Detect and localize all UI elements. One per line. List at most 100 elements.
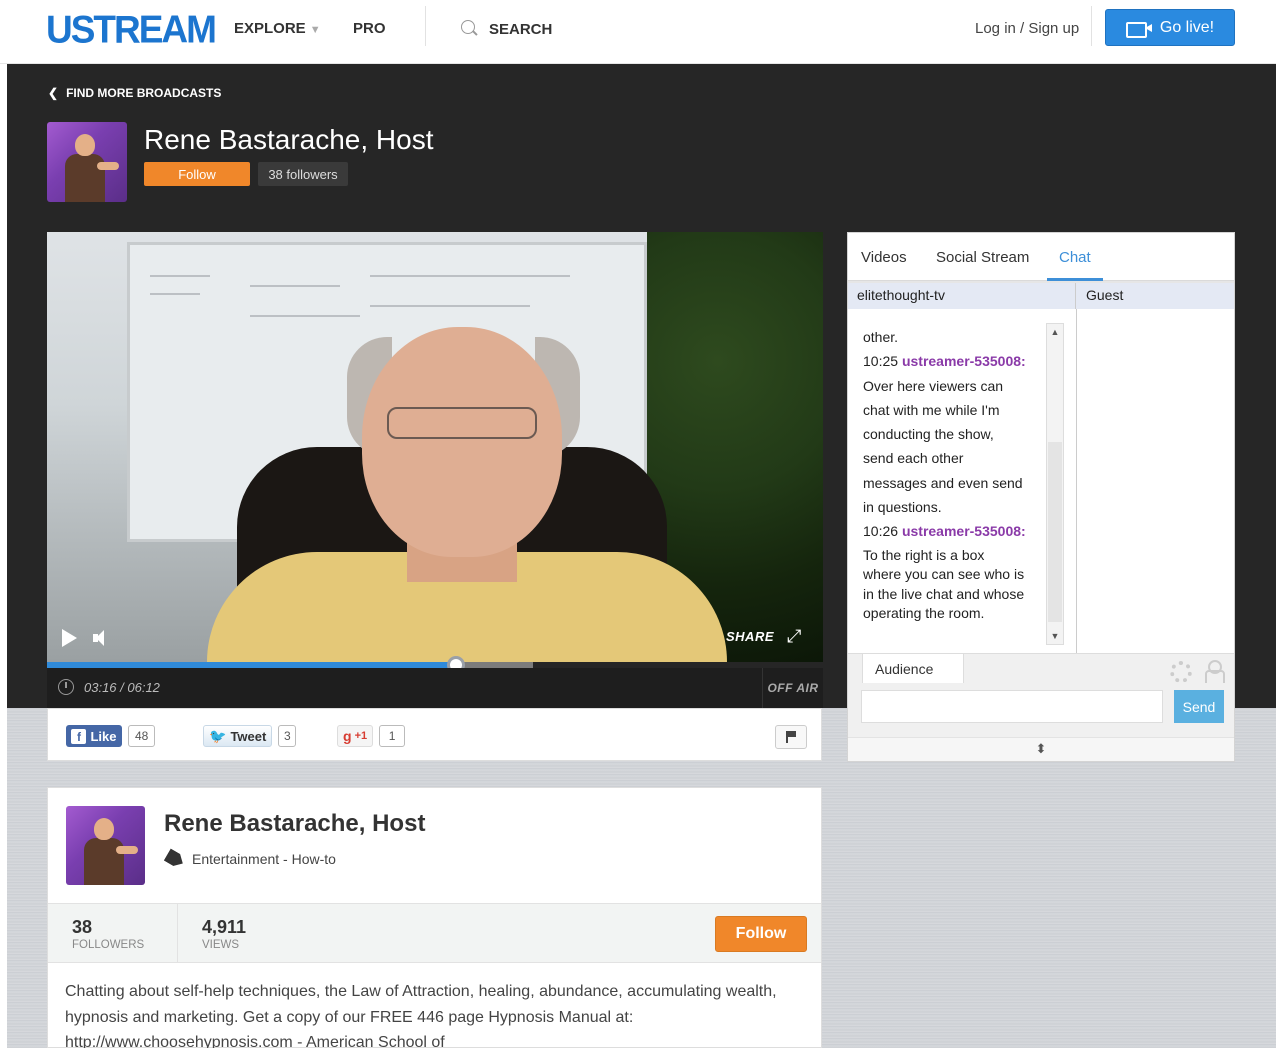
- go-live-label: Go live!: [1159, 18, 1215, 36]
- chat-message-input[interactable]: [861, 690, 1163, 723]
- share-button[interactable]: SHARE: [726, 629, 774, 644]
- tab-social-stream[interactable]: Social Stream: [936, 249, 1029, 266]
- views-number: 4,911: [202, 917, 247, 937]
- chat-line: send each other: [863, 450, 964, 467]
- user-icon[interactable]: [1204, 660, 1225, 686]
- channel-info-card: Rene Bastarache, Host Entertainment - Ho…: [47, 787, 822, 1048]
- host-avatar[interactable]: [66, 806, 145, 885]
- tab-audience[interactable]: Audience: [862, 654, 964, 684]
- chevron-left-icon: ❮: [48, 86, 59, 100]
- flag-icon: [786, 731, 796, 743]
- social-share-bar: f Like 48 🐦 Tweet 3 g +1 1: [47, 708, 822, 761]
- guest-list-divider: [1076, 309, 1077, 655]
- nav-pro[interactable]: PRO: [353, 20, 386, 37]
- tab-chat[interactable]: Chat: [1059, 249, 1091, 266]
- chat-username[interactable]: ustreamer-535008:: [902, 523, 1026, 539]
- nav-explore[interactable]: EXPLORE ▼: [234, 20, 321, 37]
- twitter-bird-icon: 🐦: [209, 727, 227, 744]
- off-air-label: OFF AIR: [767, 681, 819, 695]
- chat-line: Over here viewers can: [863, 377, 1004, 394]
- clock-icon: [58, 679, 74, 695]
- chat-compose: Send: [848, 683, 1234, 737]
- video-player[interactable]: [47, 232, 823, 662]
- like-label: Like: [90, 728, 117, 744]
- chat-username[interactable]: ustreamer-535008:: [902, 353, 1026, 369]
- tweet-button[interactable]: 🐦 Tweet: [203, 725, 273, 747]
- google-plus-icon: g: [343, 728, 352, 744]
- chat-line: To the right is a box: [863, 546, 985, 563]
- google-plus-button[interactable]: g +1: [337, 725, 374, 747]
- page-gutter: [0, 64, 7, 1048]
- followers-stat: 38 FOLLOWERS: [72, 917, 144, 951]
- playback-time: 03:16 / 06:12: [84, 680, 160, 695]
- find-more-broadcasts-link[interactable]: ❮ FIND MORE BROADCASTS: [48, 86, 221, 100]
- facebook-icon: f: [71, 728, 87, 744]
- resize-icon[interactable]: ⬍: [848, 737, 1234, 761]
- chat-message-body: To the right is a box where you can see …: [863, 546, 1047, 624]
- chat-messages: other. 10:25 ustreamer-535008: Over here…: [863, 325, 1047, 624]
- chat-line: in questions.: [863, 499, 942, 516]
- google-plus-group: g +1 1: [337, 725, 406, 747]
- chat-room-name: elitethought-tv: [848, 283, 1076, 309]
- tweet-group: 🐦 Tweet 3: [203, 725, 297, 747]
- tweet-label: Tweet: [230, 728, 267, 744]
- followers-label: FOLLOWERS: [72, 939, 145, 951]
- channel-stats: 38 FOLLOWERS 4,911 VIEWS Follow: [48, 903, 821, 963]
- chat-line: messages and even send: [863, 474, 1023, 491]
- tab-videos[interactable]: Videos: [861, 249, 907, 266]
- volume-icon[interactable]: [93, 630, 111, 646]
- send-button[interactable]: Send: [1174, 690, 1224, 723]
- player-status-bar: [47, 668, 823, 708]
- views-stat: 4,911 VIEWS: [202, 917, 246, 951]
- side-panel: Videos Social Stream Chat elitethought-t…: [847, 232, 1235, 762]
- tag-icon: [164, 848, 187, 869]
- side-panel-tabs: Videos Social Stream Chat: [848, 233, 1234, 281]
- chat-line: where you can see who is: [863, 566, 1025, 583]
- facebook-like-group: f Like 48: [66, 725, 156, 747]
- scroll-down-arrow-icon[interactable]: ▼: [1047, 628, 1063, 644]
- chat-message-header: 10:26 ustreamer-535008:: [863, 519, 1047, 543]
- nav-divider: [1091, 6, 1092, 46]
- plus-one-label: +1: [354, 730, 368, 742]
- broadcast-status: OFF AIR: [762, 668, 823, 708]
- channel-description: Chatting about self-help techniques, the…: [65, 983, 777, 1048]
- top-navigation: USTREAM EXPLORE ▼ PRO SEARCH Log in / Sig…: [0, 0, 1276, 64]
- login-signup-link[interactable]: Log in / Sign up: [975, 20, 1079, 37]
- nav-divider: [425, 6, 426, 46]
- chat-scrollbar[interactable]: ▲ ▼: [1046, 323, 1064, 645]
- search-icon: [461, 20, 479, 38]
- ustream-logo[interactable]: USTREAM: [46, 8, 217, 52]
- followers-number: 38: [72, 917, 93, 937]
- facebook-like-button[interactable]: f Like: [66, 725, 122, 747]
- go-live-button[interactable]: Go live!: [1105, 9, 1235, 46]
- tweet-count: 3: [278, 725, 297, 747]
- channel-title: Rene Bastarache, Host: [144, 124, 434, 155]
- category-label: Entertainment - How-to: [192, 851, 336, 867]
- chevron-down-icon: ▼: [309, 24, 321, 36]
- chat-message-header: 10:25 ustreamer-535008:: [863, 349, 1047, 373]
- channel-category[interactable]: Entertainment - How-to: [166, 851, 336, 867]
- views-label: VIEWS: [202, 939, 240, 951]
- chat-line: other.: [863, 329, 899, 345]
- follow-button[interactable]: Follow: [144, 162, 250, 186]
- nav-explore-label: EXPLORE: [234, 20, 306, 37]
- scrollbar-thumb[interactable]: [1048, 442, 1062, 622]
- expand-icon[interactable]: ⤢: [787, 626, 807, 646]
- find-more-label: FIND MORE BROADCASTS: [66, 86, 222, 100]
- channel-name: Rene Bastarache, Host: [164, 810, 426, 837]
- report-button[interactable]: [775, 725, 807, 749]
- plus-one-count: 1: [379, 725, 406, 747]
- gear-icon[interactable]: [1170, 661, 1192, 683]
- scroll-up-arrow-icon[interactable]: ▲: [1047, 324, 1063, 340]
- chat-timestamp: 10:26: [863, 523, 899, 540]
- nav-search-label: SEARCH: [489, 20, 553, 38]
- play-icon[interactable]: [62, 629, 77, 647]
- chat-line: chat with me while I'm: [863, 401, 1000, 418]
- follow-button-large[interactable]: Follow: [715, 916, 807, 952]
- guest-list-header: Guest: [1076, 283, 1234, 309]
- host-avatar[interactable]: [47, 122, 127, 202]
- chat-line: in the live chat and whose: [863, 585, 1025, 602]
- nav-search[interactable]: SEARCH: [461, 20, 552, 38]
- like-count: 48: [128, 725, 156, 747]
- chat-line: operating the room.: [863, 605, 985, 622]
